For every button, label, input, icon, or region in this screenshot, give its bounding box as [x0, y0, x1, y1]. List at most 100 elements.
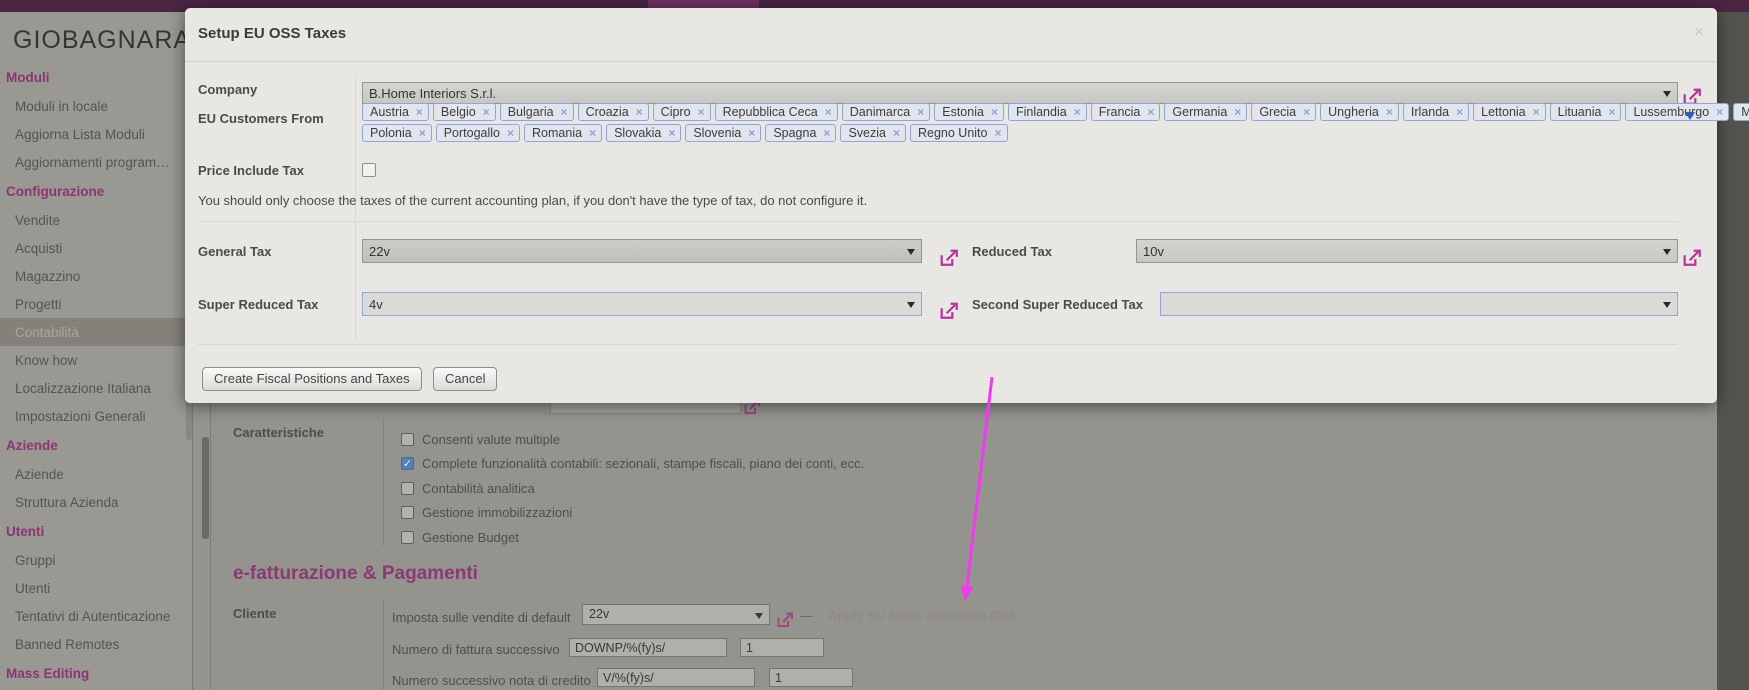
external-link-icon[interactable] [940, 249, 959, 267]
country-tag-polonia: Polonia × [362, 124, 432, 142]
sidebar-item-gruppi[interactable]: Gruppi [0, 546, 193, 574]
sidebar-item-aziende[interactable]: Aziende [0, 460, 193, 488]
super-reduced-tax-select[interactable]: 4v [362, 292, 922, 316]
sidebar-item-vendite[interactable]: Vendite [0, 206, 193, 234]
remove-tag-icon[interactable]: × [589, 127, 596, 139]
content-scrollbar-thumb[interactable] [202, 437, 209, 539]
remove-tag-icon[interactable]: × [507, 127, 514, 139]
remove-tag-icon[interactable]: × [823, 127, 830, 139]
country-tag-repubblica-ceca: Repubblica Ceca × [714, 103, 838, 121]
content-scrollbar-track [210, 403, 211, 690]
credit-note-prefix-input[interactable]: V/%(fy)s/ [597, 668, 755, 687]
external-link-icon[interactable] [1683, 249, 1702, 267]
country-tag-lituania: Lituania × [1549, 103, 1622, 121]
reduced-tax-select[interactable]: 10v [1136, 239, 1678, 263]
sidebar-item-moduli-in-locale[interactable]: Moduli in locale [0, 92, 193, 120]
feature-row: Gestione Budget [401, 525, 1301, 550]
checkbox-complete-funzionalit-contabili-sezionali-stampe-fiscali-piano-dei-conti-ecc[interactable]: ✓ [401, 457, 414, 471]
next-credit-note-label: Numero successivo nota di credito [392, 673, 591, 688]
sidebar-section-utenti: Utenti [6, 524, 45, 539]
sidebar-item-aggiorna-lista-moduli[interactable]: Aggiorna Lista Moduli [0, 120, 193, 148]
remove-tag-icon[interactable]: × [419, 127, 426, 139]
feature-row: Contabilità analitica [401, 476, 1301, 501]
sidebar-item-contabilit[interactable]: Contabilità [0, 318, 193, 346]
default-sales-tax-select[interactable]: 22v [582, 604, 770, 625]
dropdown-caret-icon [755, 612, 763, 619]
remove-tag-icon[interactable]: × [561, 106, 568, 118]
company-value: B.Home Interiors S.r.l. [369, 86, 497, 101]
remove-tag-icon[interactable]: × [416, 106, 423, 118]
second-super-reduced-tax-select[interactable] [1160, 292, 1678, 316]
country-tag-bulgaria: Bulgaria × [499, 103, 574, 121]
taxes-help-note: You should only choose the taxes of the … [198, 193, 868, 208]
sidebar-item-progetti[interactable]: Progetti [0, 290, 193, 318]
country-tag-cipro: Cipro × [652, 103, 711, 121]
dropdown-caret-icon [1663, 91, 1671, 97]
next-invoice-number-label: Numero di fattura successivo [392, 642, 560, 657]
remove-tag-icon[interactable]: × [1386, 106, 1393, 118]
remove-tag-icon[interactable]: × [698, 106, 705, 118]
sidebar-item-impostazioni-generali[interactable]: Impostazioni Generali [0, 402, 193, 430]
country-tag-spagna: Spagna × [765, 124, 837, 142]
credit-note-number-input[interactable]: 1 [769, 668, 853, 687]
remove-tag-icon[interactable]: × [825, 106, 832, 118]
setup-eu-oss-taxes-dialog: Setup EU OSS Taxes × Company B.Home Inte… [185, 8, 1749, 403]
external-link-icon[interactable] [940, 302, 959, 320]
super-reduced-tax-label: Super Reduced Tax [198, 297, 319, 312]
checkbox-consenti-valute-multiple[interactable] [401, 432, 414, 446]
sidebar-item-magazzino[interactable]: Magazzino [0, 262, 193, 290]
checkbox-contabilit-analitica[interactable] [401, 481, 414, 495]
checkbox-gestione-budget[interactable] [401, 530, 414, 544]
remove-tag-icon[interactable]: × [1716, 106, 1723, 118]
country-tag-label: Lussemburgo [1633, 105, 1710, 119]
sidebar-item-struttura-azienda[interactable]: Struttura Azienda [0, 488, 193, 516]
country-tag-label: Svezia [848, 126, 886, 140]
close-icon[interactable]: × [1694, 23, 1704, 40]
remove-tag-icon[interactable]: × [668, 127, 675, 139]
price-include-tax-checkbox[interactable] [362, 163, 376, 177]
country-tag-label: Belgio [440, 105, 476, 119]
country-tag-francia: Francia × [1090, 103, 1161, 121]
checkbox-gestione-immobilizzazioni[interactable] [401, 506, 414, 520]
tags-dropdown-caret-icon[interactable] [1685, 112, 1695, 120]
annotation-dash: — [800, 608, 813, 623]
dropdown-caret-icon [1663, 302, 1671, 308]
remove-tag-icon[interactable]: × [991, 106, 998, 118]
sidebar-item-tentativi-di-autenticazione[interactable]: Tentativi di Autenticazione [0, 602, 193, 630]
eu-customers-tags-field[interactable]: Austria × Belgio × Bulgaria × Croazia × Cipro × Re… [362, 103, 1749, 145]
sidebar-item-aggiornamenti-program[interactable]: Aggiornamenti program… [0, 148, 193, 176]
remove-tag-icon[interactable]: × [483, 106, 490, 118]
country-tag-label: Spagna [773, 126, 817, 140]
remove-tag-icon[interactable]: × [1456, 106, 1463, 118]
cancel-button[interactable]: Cancel [433, 367, 498, 391]
remove-tag-icon[interactable]: × [1234, 106, 1241, 118]
sidebar-item-localizzazione-italiana[interactable]: Localizzazione Italiana [0, 374, 193, 402]
country-tag-malta: Malta× [1733, 103, 1749, 121]
invoice-prefix-input[interactable]: DOWNP/%(fy)s/ [569, 638, 727, 657]
sidebar-nav: Moduli Moduli in locale Aggiorna Lista Mod… [0, 62, 193, 688]
remove-tag-icon[interactable]: × [994, 127, 1001, 139]
sidebar-item-acquisti[interactable]: Acquisti [0, 234, 193, 262]
remove-tag-icon[interactable]: × [1608, 106, 1615, 118]
remove-tag-icon[interactable]: × [636, 106, 643, 118]
create-fiscal-positions-button[interactable]: Create Fiscal Positions and Taxes [202, 367, 422, 391]
remove-tag-icon[interactable]: × [893, 127, 900, 139]
sidebar-item-know-how[interactable]: Know how [0, 346, 193, 374]
external-link-icon[interactable] [777, 612, 794, 628]
dialog-header: Setup EU OSS Taxes × [185, 8, 1717, 62]
cut-off-select[interactable] [550, 403, 741, 414]
sidebar-item-banned-remotes[interactable]: Banned Remotes [0, 630, 193, 658]
remove-tag-icon[interactable]: × [748, 127, 755, 139]
remove-tag-icon[interactable]: × [1074, 106, 1081, 118]
remove-tag-icon[interactable]: × [1147, 106, 1154, 118]
separator [198, 221, 1678, 222]
country-tag-belgio: Belgio × [432, 103, 496, 121]
company-select[interactable]: B.Home Interiors S.r.l. [362, 82, 1678, 104]
remove-tag-icon[interactable]: × [917, 106, 924, 118]
remove-tag-icon[interactable]: × [1533, 106, 1540, 118]
invoice-number-input[interactable]: 1 [740, 638, 824, 657]
sidebar: GIOBAGNARA Moduli Moduli in locale Aggiorn… [0, 12, 193, 690]
general-tax-select[interactable]: 22v [362, 239, 922, 263]
remove-tag-icon[interactable]: × [1303, 106, 1310, 118]
sidebar-item-utenti[interactable]: Utenti [0, 574, 193, 602]
